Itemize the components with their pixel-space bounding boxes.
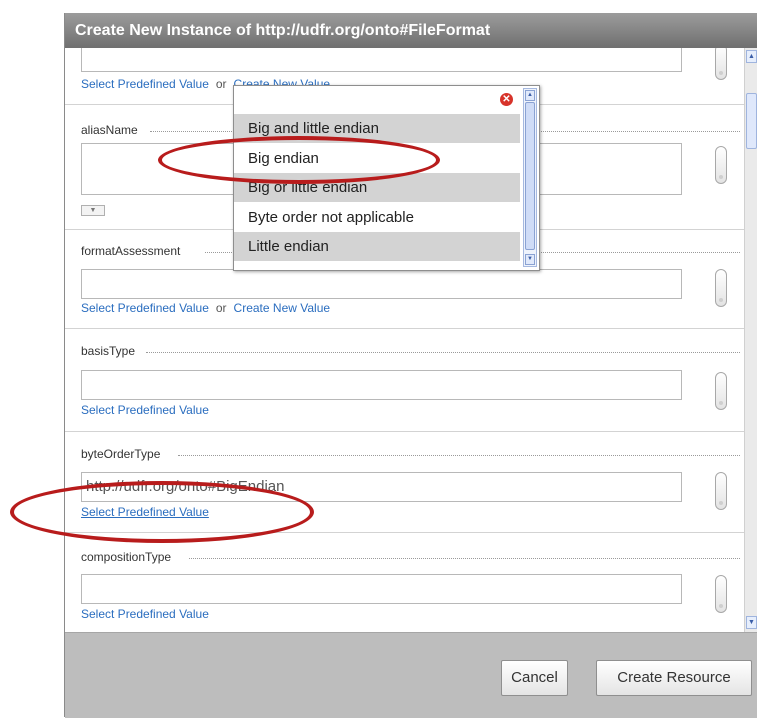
option-byte-order-not-applicable[interactable]: Byte order not applicable bbox=[234, 203, 520, 232]
compositiontype-rule bbox=[189, 558, 740, 559]
dialog-scrollbar[interactable]: ▲ ▼ bbox=[744, 48, 757, 632]
byteordertype-scroll[interactable] bbox=[715, 472, 727, 510]
byteordertype-rule bbox=[178, 455, 740, 456]
expand-arrow-icon[interactable]: ▼ bbox=[81, 205, 105, 216]
top-select-predefined-link[interactable]: Select Predefined Value bbox=[81, 77, 209, 91]
popup-scroll-thumb[interactable] bbox=[525, 102, 535, 250]
create-resource-button[interactable]: Create Resource bbox=[596, 660, 752, 696]
scroll-up-arrow-icon[interactable]: ▲ bbox=[746, 50, 757, 63]
or-text: or bbox=[215, 301, 227, 315]
formatassessment-scroll[interactable] bbox=[715, 269, 727, 307]
popup-scroll-down-icon[interactable]: ▼ bbox=[525, 254, 535, 265]
compositiontype-input[interactable] bbox=[81, 574, 682, 604]
formatassessment-input[interactable] bbox=[81, 269, 682, 299]
aliasname-scroll[interactable] bbox=[715, 146, 727, 184]
top-or-text: or bbox=[215, 77, 227, 91]
basistype-scroll[interactable] bbox=[715, 372, 727, 410]
dialog-title: Create New Instance of http://udfr.org/o… bbox=[65, 13, 757, 48]
option-big-or-little-endian[interactable]: Big or little endian bbox=[234, 173, 520, 202]
compositiontype-select-predefined-link[interactable]: Select Predefined Value bbox=[81, 607, 209, 621]
close-icon[interactable]: ✕ bbox=[500, 93, 513, 106]
predefined-values-popup: ✕ Big and little endian Big endian Big o… bbox=[233, 85, 540, 271]
top-field-input[interactable] bbox=[81, 48, 682, 72]
scroll-thumb[interactable] bbox=[746, 93, 757, 149]
separator bbox=[65, 431, 744, 432]
separator bbox=[65, 328, 744, 329]
compositiontype-label: compositionType bbox=[81, 550, 172, 564]
formatassessment-label: formatAssessment bbox=[81, 244, 181, 258]
cancel-button[interactable]: Cancel bbox=[501, 660, 568, 696]
aliasname-label: aliasName bbox=[81, 123, 138, 137]
create-new-link[interactable]: Create New Value bbox=[234, 301, 331, 315]
basistype-label: basisType bbox=[81, 344, 136, 358]
option-big-and-little-endian[interactable]: Big and little endian bbox=[234, 114, 520, 143]
dialog-footer: Cancel Create Resource bbox=[65, 632, 757, 718]
formatassessment-links: Select Predefined Value or Create New Valu… bbox=[81, 301, 330, 315]
top-field-scroll[interactable] bbox=[715, 48, 727, 80]
option-big-endian[interactable]: Big endian bbox=[234, 144, 520, 173]
byteordertype-label: byteOrderType bbox=[81, 447, 161, 461]
scroll-down-arrow-icon[interactable]: ▼ bbox=[746, 616, 757, 629]
compositiontype-scroll[interactable] bbox=[715, 575, 727, 613]
basistype-select-predefined-link[interactable]: Select Predefined Value bbox=[81, 403, 209, 417]
basistype-rule bbox=[146, 352, 740, 353]
option-little-endian[interactable]: Little endian bbox=[234, 232, 520, 261]
select-predefined-link[interactable]: Select Predefined Value bbox=[81, 301, 209, 315]
popup-scrollbar[interactable]: ▲ ▼ bbox=[523, 88, 537, 267]
separator bbox=[65, 532, 744, 533]
popup-scroll-up-icon[interactable]: ▲ bbox=[525, 90, 535, 101]
byteordertype-input[interactable]: http://udfr.org/onto#BigEndian bbox=[81, 472, 682, 502]
byteordertype-select-predefined-link[interactable]: Select Predefined Value bbox=[81, 505, 209, 519]
basistype-input[interactable] bbox=[81, 370, 682, 400]
